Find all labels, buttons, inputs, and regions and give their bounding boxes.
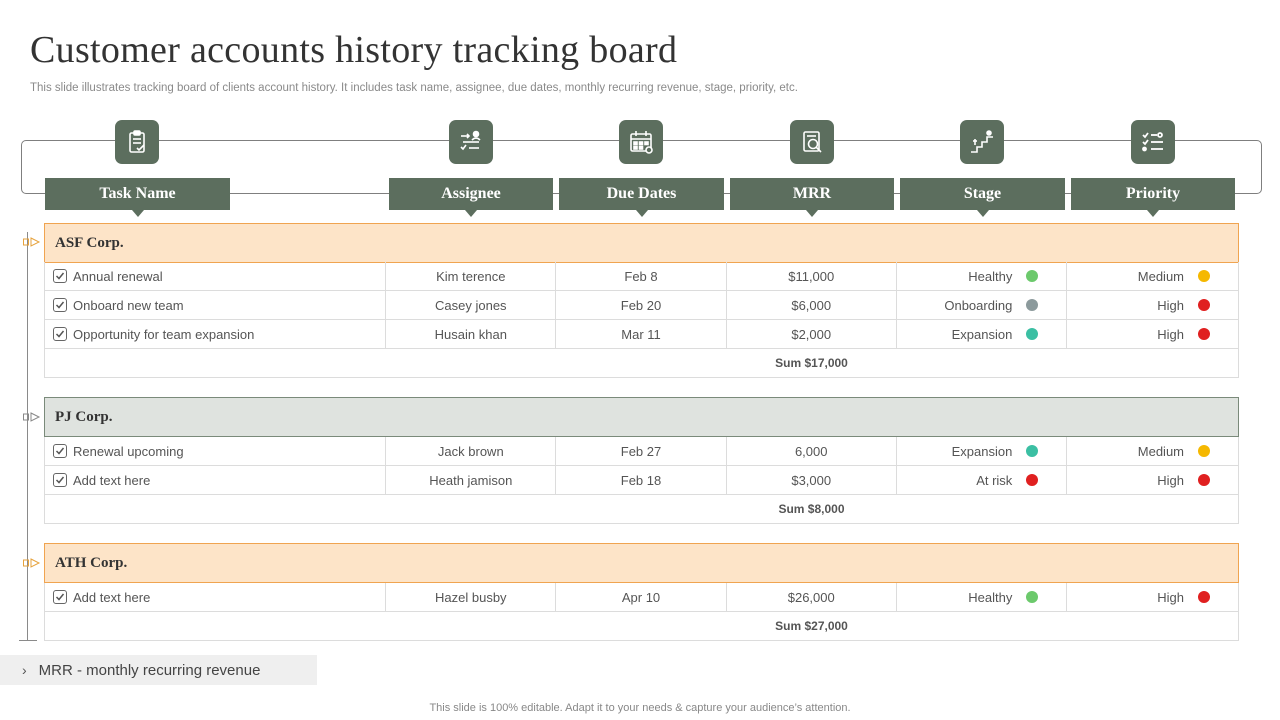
check-icon xyxy=(55,447,65,455)
priority-dot xyxy=(1198,270,1211,282)
checklist-icon xyxy=(1131,120,1175,164)
checkbox[interactable] xyxy=(53,327,67,341)
stage-label: Healthy xyxy=(968,268,1013,284)
stage-label: Healthy xyxy=(968,589,1013,605)
chevron-right-icon: › xyxy=(22,662,27,678)
mrr-value: $11,000 xyxy=(727,262,897,290)
table-row: Add text here Heath jamison Feb 18 $3,00… xyxy=(44,466,1239,495)
mrr-value: $6,000 xyxy=(727,291,897,319)
task-name: Onboard new team xyxy=(73,297,184,313)
column-header-stage: Stage xyxy=(900,178,1065,217)
task-name: Add text here xyxy=(73,589,151,605)
due-date: Feb 8 xyxy=(556,262,727,290)
due-date: Feb 20 xyxy=(556,291,727,319)
legend-text: MRR - monthly recurring revenue xyxy=(38,661,261,679)
stage-label: Expansion xyxy=(951,326,1013,342)
table-row: Renewal upcoming Jack brown Feb 27 6,000… xyxy=(44,437,1239,466)
priority-label: High xyxy=(1157,297,1185,313)
task-name: Add text here xyxy=(73,472,151,488)
legend-note: › MRR - monthly recurring revenue xyxy=(0,655,317,685)
checkbox[interactable] xyxy=(53,298,67,312)
priority-dot xyxy=(1198,445,1211,457)
priority-dot xyxy=(1198,299,1211,311)
mrr-value: $3,000 xyxy=(727,466,897,494)
assignee: Husain khan xyxy=(386,320,557,348)
priority-dot xyxy=(1198,474,1211,486)
priority-label: Medium xyxy=(1137,443,1185,459)
priority-label: Medium xyxy=(1137,268,1185,284)
assignee: Jack brown xyxy=(386,437,557,465)
column-header-mrr: MRR xyxy=(730,178,894,217)
due-date: Apr 10 xyxy=(556,583,727,611)
column-header-assignee: Assignee xyxy=(389,178,553,217)
clipboard-icon xyxy=(115,120,159,164)
stage-label: At risk xyxy=(976,472,1013,488)
timeline-end xyxy=(19,640,37,641)
due-date: Feb 27 xyxy=(556,437,727,465)
page-title: Customer accounts history tracking board xyxy=(30,29,678,71)
status-dot xyxy=(1026,299,1039,311)
column-header-priority: Priority xyxy=(1071,178,1235,217)
table-row: Annual renewal Kim terence Feb 8 $11,000… xyxy=(44,262,1239,291)
task-name: Renewal upcoming xyxy=(73,443,184,459)
due-date: Feb 18 xyxy=(556,466,727,494)
group-header-pj: PJ Corp. xyxy=(44,397,1239,437)
check-icon xyxy=(55,593,65,601)
assignee: Kim terence xyxy=(386,262,557,290)
page-subtitle: This slide illustrates tracking board of… xyxy=(30,82,798,94)
due-date: Mar 11 xyxy=(556,320,727,348)
task-name: Annual renewal xyxy=(73,268,163,284)
task-name: Opportunity for team expansion xyxy=(73,326,255,342)
priority-dot xyxy=(1198,591,1211,603)
priority-dot xyxy=(1198,328,1211,340)
group-sum: Sum $27,000 xyxy=(44,612,1239,641)
status-dot xyxy=(1026,591,1039,603)
table-row: Opportunity for team expansion Husain kh… xyxy=(44,320,1239,349)
stage-label: Expansion xyxy=(951,443,1013,459)
status-dot xyxy=(1026,474,1039,486)
status-dot xyxy=(1026,445,1039,457)
group-sum: Sum $8,000 xyxy=(44,495,1239,524)
check-icon xyxy=(55,272,65,280)
assignee: Hazel busby xyxy=(386,583,557,611)
status-dot xyxy=(1026,270,1039,282)
group-header-asf: ASF Corp. xyxy=(44,223,1239,263)
check-icon xyxy=(55,301,65,309)
column-header-due: Due Dates xyxy=(559,178,724,217)
report-search-icon xyxy=(790,120,834,164)
timeline-line xyxy=(27,232,28,640)
checkbox[interactable] xyxy=(53,473,67,487)
stage-label: Onboarding xyxy=(944,297,1013,313)
group-header-ath: ATH Corp. xyxy=(44,543,1239,583)
assignment-flow-icon xyxy=(449,120,493,164)
check-icon xyxy=(55,330,65,338)
calendar-icon xyxy=(619,120,663,164)
assignee: Heath jamison xyxy=(386,466,557,494)
column-header-task: Task Name xyxy=(45,178,230,217)
priority-label: High xyxy=(1157,472,1185,488)
mrr-value: 6,000 xyxy=(727,437,897,465)
assignee: Casey jones xyxy=(386,291,557,319)
table-row: Add text here Hazel busby Apr 10 $26,000… xyxy=(44,583,1239,612)
status-dot xyxy=(1026,328,1039,340)
group-marker-icon xyxy=(23,412,41,422)
checkbox[interactable] xyxy=(53,590,67,604)
group-marker-icon xyxy=(23,558,41,568)
group-sum: Sum $17,000 xyxy=(44,349,1239,378)
mrr-value: $26,000 xyxy=(727,583,897,611)
priority-label: High xyxy=(1157,589,1185,605)
table-row: Onboard new team Casey jones Feb 20 $6,0… xyxy=(44,291,1239,320)
group-marker-icon xyxy=(23,237,41,247)
check-icon xyxy=(55,476,65,484)
priority-label: High xyxy=(1157,326,1185,342)
checkbox[interactable] xyxy=(53,269,67,283)
footer-note: This slide is 100% editable. Adapt it to… xyxy=(429,702,851,714)
checkbox[interactable] xyxy=(53,444,67,458)
mrr-value: $2,000 xyxy=(727,320,897,348)
stairs-climb-icon xyxy=(960,120,1004,164)
